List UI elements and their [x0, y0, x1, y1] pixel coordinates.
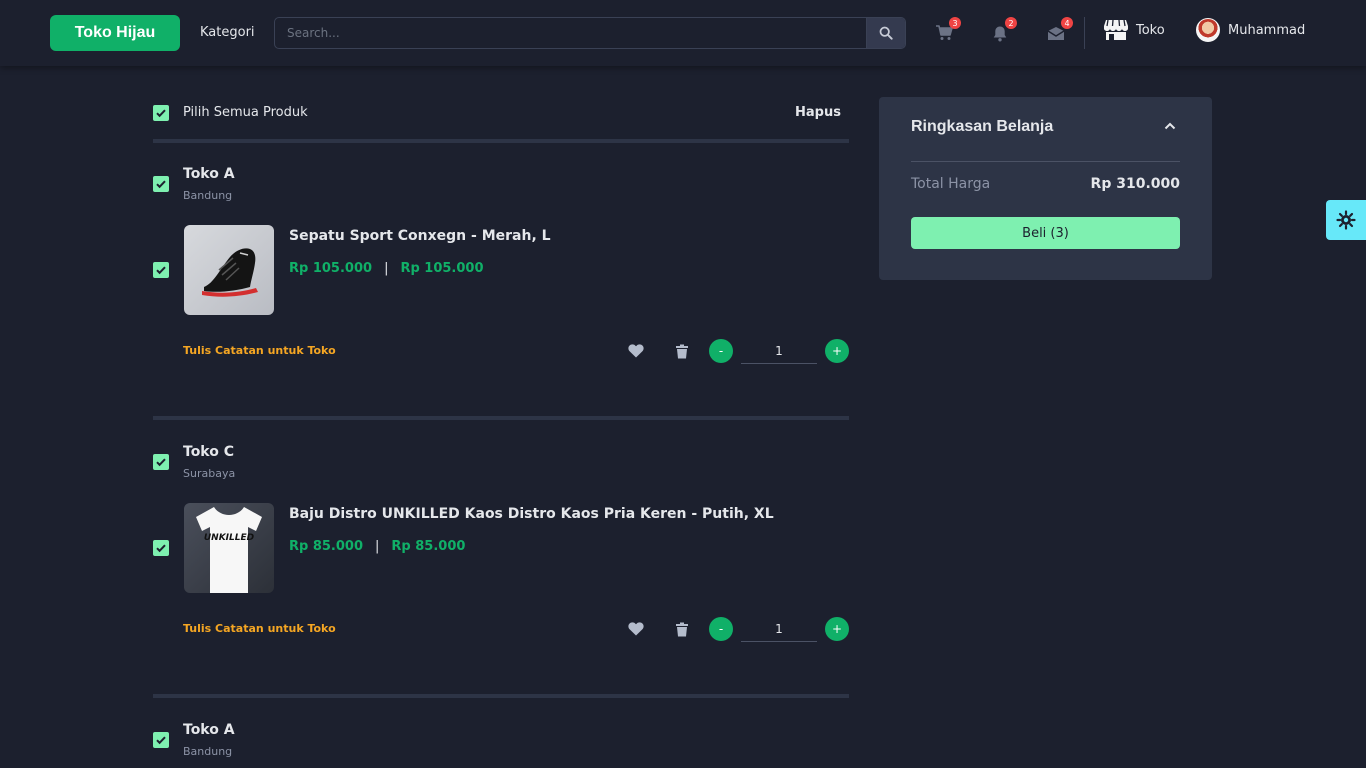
check-icon — [156, 109, 166, 118]
select-all-label: Pilih Semua Produk — [183, 105, 308, 120]
delete-item-button[interactable] — [674, 343, 690, 359]
qty-decrease-button[interactable]: - — [709, 339, 733, 363]
qty-decrease-button[interactable]: - — [709, 617, 733, 641]
product-total-price: Rp 105.000 — [400, 261, 484, 276]
product-prices: Rp 105.000 | Rp 105.000 — [289, 261, 484, 276]
qty-input[interactable] — [741, 338, 817, 364]
trash-icon — [676, 344, 688, 358]
search-button[interactable] — [866, 18, 905, 48]
store-city: Surabaya — [183, 467, 236, 480]
wishlist-button[interactable] — [628, 621, 644, 637]
product-unit-price: Rp 85.000 — [289, 539, 364, 554]
chevron-up-icon — [1164, 122, 1176, 130]
mail-button[interactable]: 4 — [1045, 17, 1073, 43]
product-checkbox[interactable] — [153, 540, 169, 556]
price-separator: | — [384, 261, 389, 276]
wishlist-button[interactable] — [628, 343, 644, 359]
store-checkbox[interactable] — [153, 176, 169, 192]
check-icon — [156, 736, 166, 745]
section-divider — [153, 416, 849, 420]
total-value: Rp 310.000 — [1090, 176, 1180, 192]
trash-icon — [676, 622, 688, 636]
qty-increase-button[interactable]: + — [825, 339, 849, 363]
summary-collapse-button[interactable] — [1162, 118, 1178, 134]
cart-button[interactable]: 3 — [933, 17, 961, 43]
price-separator: | — [375, 539, 380, 554]
store-city: Bandung — [183, 745, 233, 758]
store-city: Bandung — [183, 189, 233, 202]
mail-icon — [1047, 26, 1065, 40]
section-divider — [153, 694, 849, 698]
kategori-link[interactable]: Kategori — [200, 25, 255, 40]
delete-item-button[interactable] — [674, 621, 690, 637]
check-icon — [156, 544, 166, 553]
product-image-shirt[interactable]: UNKILLED — [184, 503, 274, 593]
search-input[interactable] — [275, 18, 866, 48]
product-image-shoe[interactable] — [184, 225, 274, 315]
summary-title: Ringkasan Belanja — [911, 118, 1054, 135]
sun-gear-icon — [1336, 210, 1356, 230]
total-label: Total Harga — [911, 176, 991, 192]
shirt-print-text: UNKILLED — [204, 533, 255, 543]
store-name[interactable]: Toko A — [183, 722, 235, 738]
search-icon — [879, 26, 893, 40]
heart-icon — [628, 622, 644, 636]
check-icon — [156, 266, 166, 275]
navbar: Toko Hijau Kategori 3 2 4 Toko Muhammad — [0, 0, 1366, 66]
user-name: Muhammad — [1228, 22, 1306, 38]
buy-button[interactable]: Beli (3) — [911, 217, 1180, 249]
store-checkbox[interactable] — [153, 732, 169, 748]
product-total-price: Rp 85.000 — [391, 539, 466, 554]
product-name[interactable]: Sepatu Sport Conxegn - Merah, L — [289, 228, 551, 244]
theme-toggle-button[interactable] — [1326, 200, 1366, 240]
section-divider — [153, 139, 849, 143]
store-name[interactable]: Toko C — [183, 444, 234, 460]
delete-selected-button[interactable]: Hapus — [795, 105, 841, 120]
brand-logo-button[interactable]: Toko Hijau — [50, 15, 180, 51]
store-note-link[interactable]: Tulis Catatan untuk Toko — [183, 344, 336, 357]
summary-panel: Ringkasan Belanja Total Harga Rp 310.000… — [879, 97, 1212, 280]
user-menu[interactable]: Muhammad — [1196, 18, 1305, 42]
search-bar — [274, 17, 906, 49]
navbar-divider — [1084, 17, 1085, 49]
cart-count-badge: 3 — [949, 17, 961, 29]
store-note-link[interactable]: Tulis Catatan untuk Toko — [183, 622, 336, 635]
toko-link[interactable]: Toko — [1104, 19, 1165, 41]
product-name[interactable]: Baju Distro UNKILLED Kaos Distro Kaos Pr… — [289, 506, 774, 522]
summary-divider — [911, 161, 1180, 162]
store-name[interactable]: Toko A — [183, 166, 235, 182]
heart-icon — [628, 344, 644, 358]
store-checkbox[interactable] — [153, 454, 169, 470]
notification-count-badge: 2 — [1005, 17, 1017, 29]
product-unit-price: Rp 105.000 — [289, 261, 373, 276]
store-icon — [1104, 19, 1128, 40]
mail-count-badge: 4 — [1061, 17, 1073, 29]
product-prices: Rp 85.000 | Rp 85.000 — [289, 539, 465, 554]
select-all-checkbox[interactable] — [153, 105, 169, 121]
notification-button[interactable]: 2 — [989, 17, 1017, 43]
check-icon — [156, 458, 166, 467]
qty-increase-button[interactable]: + — [825, 617, 849, 641]
qty-input[interactable] — [741, 616, 817, 642]
check-icon — [156, 180, 166, 189]
product-checkbox[interactable] — [153, 262, 169, 278]
avatar — [1196, 18, 1220, 42]
toko-label: Toko — [1136, 22, 1165, 38]
